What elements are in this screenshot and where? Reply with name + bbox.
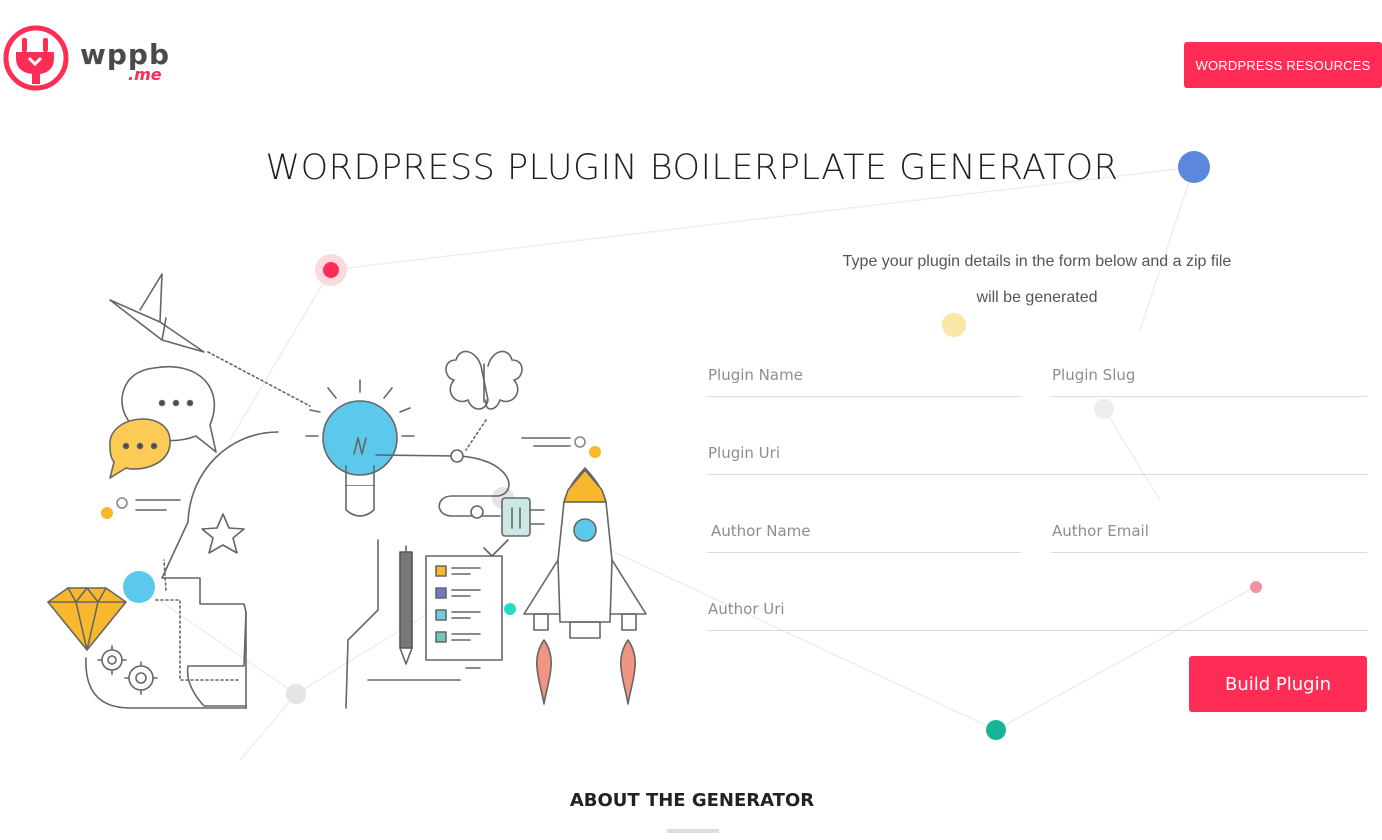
author-uri-input[interactable] [707,575,1367,631]
diamond-icon [47,587,127,651]
hero-illustration [47,273,647,709]
rocket-icon [523,467,647,705]
network-dot [986,720,1006,740]
plug-logo-icon [3,25,69,91]
network-dot [1094,399,1114,419]
paper-bird-icon [109,273,205,353]
form-intro-text: Type your plugin details in the form bel… [842,253,1232,306]
plugin-slug-input[interactable] [1051,341,1367,397]
logo-domain: .me [128,65,162,84]
brain-icon [445,350,523,410]
author-email-input[interactable] [1051,497,1367,553]
chat-bubbles-icon [109,365,217,479]
author-name-input[interactable] [707,497,1021,553]
network-dot [942,313,966,337]
build-plugin-button[interactable]: Build Plugin [1189,656,1367,712]
power-plug-icon [501,497,545,537]
about-section-title: ABOUT THE GENERATOR [569,790,815,811]
section-divider [667,829,719,833]
lightbulb-icon [305,379,415,517]
gears-icon [97,645,158,695]
pen-icon [399,545,413,665]
plugin-name-input[interactable] [707,341,1021,397]
page-title: WORDPRESS PLUGIN BOILERPLATE GENERATOR [265,148,1119,188]
plugin-uri-input[interactable] [707,419,1367,475]
star-icon [201,513,245,554]
checklist-icon [425,539,509,661]
site-logo[interactable]: wppb .me [2,24,172,96]
wordpress-resources-button[interactable]: WORDPRESS RESOURCES [1184,42,1382,88]
